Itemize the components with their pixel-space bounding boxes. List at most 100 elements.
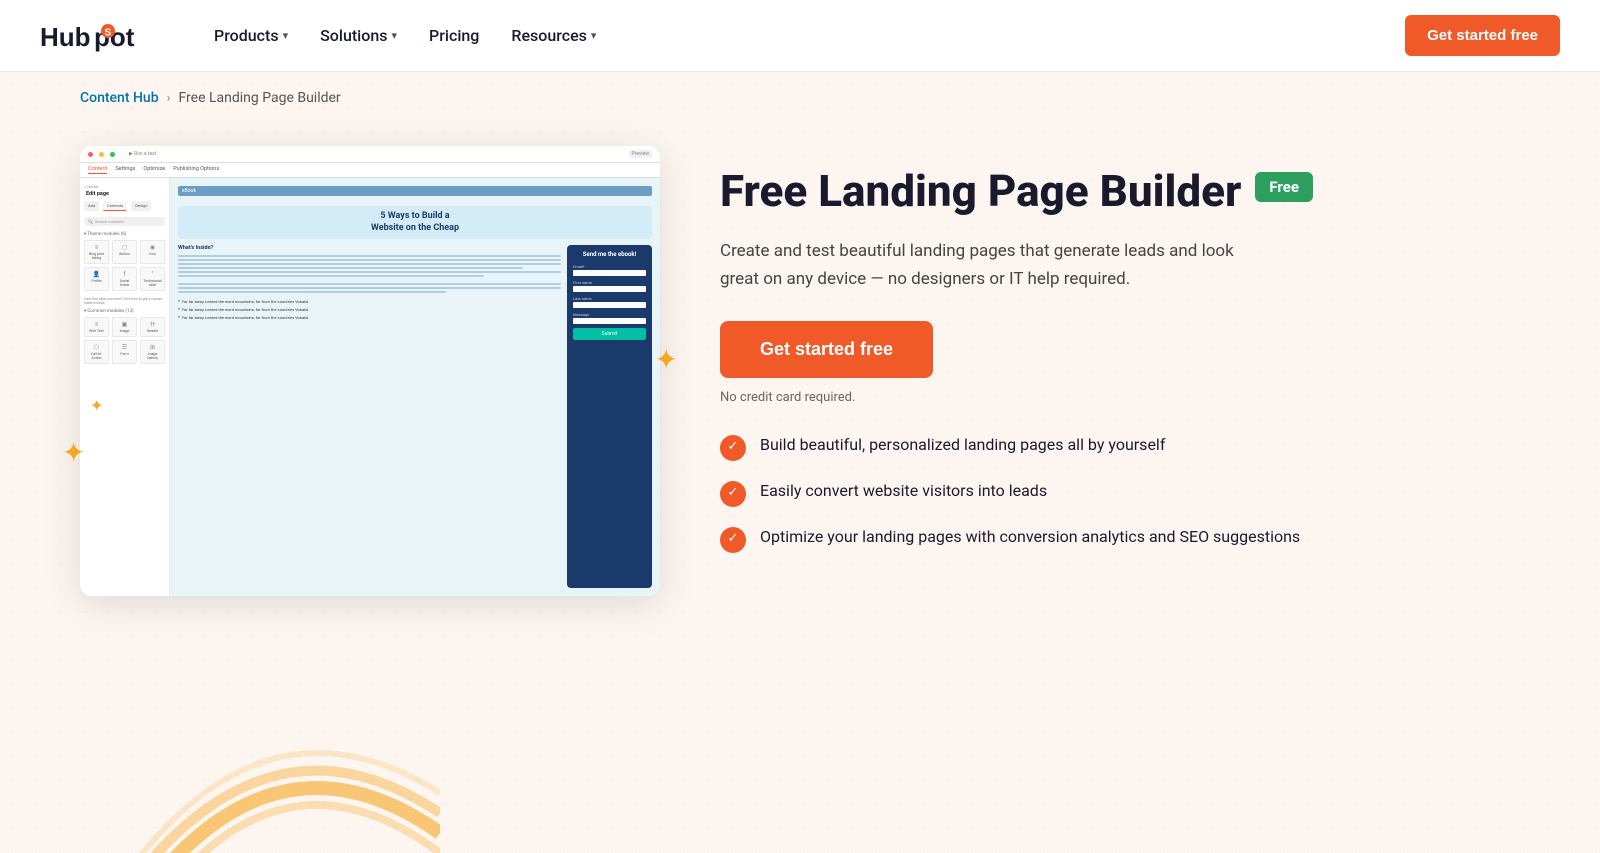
- features-list: ✓ Build beautiful, personalized landing …: [720, 433, 1420, 553]
- feature-item-0: ✓ Build beautiful, personalized landing …: [720, 433, 1420, 461]
- mock-module-image: ▣Image: [112, 317, 137, 337]
- mock-preview-btn: Preview: [629, 150, 652, 158]
- mock-ebook-badge: eBook: [178, 186, 652, 196]
- hubspot-logo[interactable]: Hub pot S: [40, 16, 170, 56]
- breadcrumb-separator: ›: [167, 91, 171, 106]
- mock-search-icon: 🔍: [88, 219, 93, 224]
- mock-module-cta: ⬡Call-to-Action: [84, 340, 109, 364]
- mock-input-firstname: [573, 286, 646, 292]
- mock-module-profile: 👤Profile: [84, 267, 109, 291]
- mock-bullet-2: • Far far away, behind the word mountain…: [178, 307, 561, 313]
- check-icon-2: ✓: [720, 527, 746, 553]
- no-cc-text: No credit card required.: [720, 390, 1420, 405]
- svg-text:S: S: [105, 27, 112, 38]
- mock-input-message: [573, 318, 646, 324]
- hero-image-area: ✦ ✦ ✦ ▶ Run a test Preview Content S: [80, 146, 660, 596]
- mock-label-email: Email*: [573, 264, 646, 269]
- mock-add-btn: Add: [84, 201, 99, 211]
- mock-body-text: [178, 255, 561, 277]
- mock-common-modules: ≡Rich Text ▣Image HHeader ⬡Call-to-Actio…: [84, 317, 165, 364]
- mock-search-box: 🔍 Search modules: [84, 217, 165, 226]
- feature-text-0: Build beautiful, personalized landing pa…: [760, 433, 1165, 456]
- mock-design-btn: Design: [131, 201, 151, 211]
- nav-resources[interactable]: Resources ▾: [499, 18, 608, 53]
- breadcrumb: Content Hub › Free Landing Page Builder: [0, 72, 1600, 116]
- nav-pricing-label: Pricing: [429, 26, 479, 45]
- mock-tab-publishing: Publishing Options: [173, 166, 219, 174]
- mock-page-header: 5 Ways to Build a Website on the Cheap: [178, 206, 652, 239]
- mock-form: Send me the ebook! Email* First name Las…: [567, 245, 652, 588]
- products-chevron-icon: ▾: [283, 29, 289, 42]
- mock-dot-yellow: [99, 152, 104, 157]
- mock-search-placeholder: Search modules: [95, 219, 124, 224]
- mock-run-test: ▶ Run a test: [129, 151, 156, 157]
- mock-line-2: [178, 259, 561, 261]
- mock-contents-btn: Contents: [103, 201, 127, 211]
- breadcrumb-parent-link[interactable]: Content Hub: [80, 90, 159, 106]
- mock-module-social: fSocial follow: [112, 267, 137, 291]
- mock-module-gallery: ⊞Image Gallery: [140, 340, 165, 364]
- mock-module-testimonial: "Testimonial slide: [140, 267, 165, 291]
- mock-line-4: [178, 267, 523, 269]
- mock-submit-btn: Submit: [573, 328, 646, 340]
- solutions-chevron-icon: ▾: [391, 29, 397, 42]
- mock-tab-settings: Settings: [115, 166, 135, 174]
- product-screenshot: ▶ Run a test Preview Content Settings Op…: [80, 146, 660, 596]
- nav-solutions[interactable]: Solutions ▾: [308, 18, 409, 53]
- feature-text-2: Optimize your landing pages with convers…: [760, 525, 1300, 548]
- mock-body: ⌂ Home Edit page Add Contents Design 🔍 S…: [80, 178, 660, 596]
- feature-text-1: Easily convert website visitors into lea…: [760, 479, 1047, 502]
- breadcrumb-current: Free Landing Page Builder: [178, 90, 340, 106]
- mock-module-blog: ≡Blog post listing: [84, 240, 109, 264]
- mock-page-title-line1: 5 Ways to Build a: [186, 211, 644, 223]
- feature-item-2: ✓ Optimize your landing pages with conve…: [720, 525, 1420, 553]
- mock-body-text-2: [178, 283, 561, 293]
- mock-line-5: [178, 271, 561, 273]
- mock-page-content: eBook 5 Ways to Build a Website on the C…: [170, 178, 660, 596]
- mock-theme-section: ▾ Theme modules (6): [84, 232, 165, 237]
- resources-chevron-icon: ▾: [591, 29, 597, 42]
- hero-description: Create and test beautiful landing pages …: [720, 237, 1240, 293]
- mock-line-1: [178, 255, 561, 257]
- hero-copy: Free Landing Page Builder Free Create an…: [720, 146, 1420, 553]
- mock-module-form: ☰Form: [112, 340, 137, 364]
- mock-topbar: ▶ Run a test Preview: [80, 146, 660, 163]
- nav-left: Hub pot S Products ▾ Solutions ▾ Pricing…: [40, 16, 608, 56]
- nav-cta-button[interactable]: Get started free: [1405, 15, 1560, 56]
- page-title: Free Landing Page Builder: [720, 166, 1241, 217]
- sparkle-decoration-1: ✦: [62, 436, 85, 469]
- mock-input-email: [573, 270, 646, 276]
- mock-label-lastname: Last name: [573, 296, 646, 301]
- mock-main-row: What's Inside?: [178, 245, 652, 588]
- mock-help-text: Can't find what you need? Click here to …: [84, 297, 165, 305]
- mock-module-header: HHeader: [140, 317, 165, 337]
- mock-module-icon: ◉Icon: [140, 240, 165, 264]
- mock-bullet-3: • Far far away, behind the word mountain…: [178, 315, 561, 321]
- navbar: Hub pot S Products ▾ Solutions ▾ Pricing…: [0, 0, 1600, 72]
- mock-theme-modules: ≡Blog post listing ◻Button ◉Icon 👤Profil…: [84, 240, 165, 291]
- mock-sidebar: ⌂ Home Edit page Add Contents Design 🔍 S…: [80, 178, 170, 596]
- nav-pricing[interactable]: Pricing: [417, 18, 491, 53]
- mock-label-firstname: First name: [573, 280, 646, 285]
- free-badge: Free: [1255, 172, 1313, 202]
- hero-section: ✦ ✦ ✦ ▶ Run a test Preview Content S: [0, 116, 1500, 656]
- mock-tab-optimize: Optimize: [143, 166, 165, 174]
- bottom-decoration: [100, 653, 440, 853]
- nav-products[interactable]: Products ▾: [202, 18, 300, 53]
- sparkle-decoration-2: ✦: [90, 396, 103, 415]
- mock-common-section: ▾ Common modules (13): [84, 309, 165, 314]
- mock-input-lastname: [573, 302, 646, 308]
- mock-label-message: Message: [573, 312, 646, 317]
- nav-items: Products ▾ Solutions ▾ Pricing Resources…: [202, 18, 608, 53]
- mock-home-link: ⌂ Home: [84, 184, 165, 189]
- check-icon-1: ✓: [720, 481, 746, 507]
- hero-title-row: Free Landing Page Builder Free: [720, 166, 1420, 217]
- mock-line-3: [178, 263, 561, 265]
- mock-module-button: ◻Button: [112, 240, 137, 264]
- mock-line-6: [178, 275, 484, 277]
- nav-resources-label: Resources: [511, 26, 587, 45]
- mock-dot-green: [110, 152, 115, 157]
- hero-cta-button[interactable]: Get started free: [720, 321, 933, 378]
- nav-solutions-label: Solutions: [320, 26, 387, 45]
- svg-text:Hub: Hub: [40, 22, 91, 52]
